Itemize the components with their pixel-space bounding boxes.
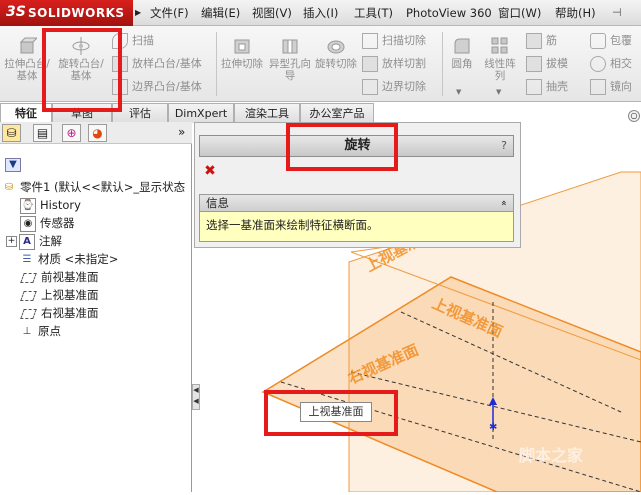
swept-cut-icon bbox=[362, 33, 378, 49]
part-icon: ⛁ bbox=[4, 181, 14, 193]
revolve-cut-button[interactable]: 旋转切除 bbox=[314, 36, 358, 70]
rib-button[interactable]: 筋 bbox=[526, 32, 557, 50]
boundary-cut-icon bbox=[362, 79, 378, 95]
material-icon: ☰ bbox=[22, 253, 32, 265]
menu-arrow-icon[interactable]: ▶ bbox=[135, 8, 141, 17]
panel-collapse-handle[interactable]: ◀ ◀ bbox=[192, 384, 200, 410]
boundary-cut-button[interactable]: 边界切除 bbox=[362, 78, 426, 96]
loft-button[interactable]: 放样凸台/基体 bbox=[112, 55, 202, 73]
sensor-icon: ◉ bbox=[20, 215, 36, 232]
configuration-tab[interactable]: ⊕ bbox=[62, 124, 81, 142]
menu-file[interactable]: 文件(F) bbox=[150, 4, 189, 22]
history-icon: ⌚ bbox=[20, 197, 36, 214]
feature-tree-tab[interactable]: ⛁ bbox=[2, 124, 21, 142]
tab-render-tools[interactable]: 渲染工具 bbox=[234, 103, 300, 123]
pattern-dropdown-icon[interactable]: ▼ bbox=[496, 88, 501, 96]
toolbar-separator bbox=[442, 32, 443, 96]
extrude-cut-icon bbox=[234, 39, 250, 54]
origin-icon: ⊥ bbox=[22, 325, 32, 337]
plane-icon bbox=[20, 290, 37, 301]
fillet-dropdown-icon[interactable]: ▼ bbox=[456, 88, 461, 96]
tree-item-history[interactable]: ⌚ History bbox=[20, 196, 81, 214]
collapse-icon[interactable]: « bbox=[496, 196, 510, 210]
plane-icon bbox=[20, 308, 37, 319]
feature-manager-panel: ⛁ ▤ ⊕ ◕ » ▼ ⛁ 零件1 (默认<<默认>_显示状态 ⌚ History … bbox=[0, 122, 192, 492]
tree-item-annotations[interactable]: + A 注解 bbox=[6, 232, 62, 250]
tab-office-products[interactable]: 办公室产品 bbox=[300, 103, 374, 123]
feature-tree-icon: ⛁ bbox=[6, 126, 17, 140]
draft-button[interactable]: 拔模 bbox=[526, 55, 568, 73]
wrap-icon bbox=[590, 33, 606, 49]
filter-icon[interactable]: ▼ bbox=[5, 158, 21, 172]
tree-item-material[interactable]: ☰ 材质 <未指定> bbox=[20, 250, 119, 268]
shell-button[interactable]: 抽壳 bbox=[526, 78, 568, 96]
property-manager-icon: ▤ bbox=[36, 126, 49, 140]
intersect-icon bbox=[590, 56, 606, 72]
info-group-header[interactable]: 信息 « bbox=[199, 194, 514, 212]
display-manager-tab[interactable]: ◕ bbox=[88, 124, 107, 142]
info-group-title: 信息 bbox=[206, 196, 229, 210]
toolbar-separator bbox=[216, 32, 217, 96]
info-message-box: 选择一基准面来绘制特征横断面。 bbox=[199, 212, 514, 242]
logo-text: SOLIDWORKS bbox=[28, 6, 125, 20]
pin-icon[interactable]: ⊣ bbox=[612, 6, 622, 19]
swept-cut-button[interactable]: 扫描切除 bbox=[362, 32, 426, 50]
revolve-cut-icon bbox=[327, 40, 345, 54]
tree-item-top-plane[interactable]: 上视基准面 bbox=[20, 286, 99, 304]
hole-wizard-button[interactable]: 异型孔向导 bbox=[268, 36, 312, 82]
menu-insert[interactable]: 插入(I) bbox=[303, 4, 338, 22]
tree-item-sensors[interactable]: ◉ 传感器 bbox=[20, 214, 75, 232]
extrude-boss-icon bbox=[19, 37, 37, 54]
view-options-icon[interactable]: ○ bbox=[628, 110, 640, 122]
mirror-button[interactable]: 镜向 bbox=[590, 78, 632, 96]
rib-icon bbox=[526, 33, 542, 49]
boundary-boss-button[interactable]: 边界凸台/基体 bbox=[112, 78, 202, 96]
menu-tools[interactable]: 工具(T) bbox=[354, 4, 393, 22]
menu-photoview[interactable]: PhotoView 360 bbox=[406, 4, 492, 22]
linear-pattern-icon bbox=[491, 37, 508, 54]
display-manager-icon: ◕ bbox=[92, 126, 103, 140]
menu-window[interactable]: 窗口(W) bbox=[498, 4, 541, 22]
menu-edit[interactable]: 编辑(E) bbox=[201, 4, 240, 22]
fillet-icon bbox=[454, 38, 470, 54]
intersect-button[interactable]: 相交 bbox=[590, 55, 632, 73]
fillet-button[interactable]: 圆角 bbox=[446, 36, 478, 70]
menu-bar: 3S SOLIDWORKS ▶ 文件(F) 编辑(E) 视图(V) 插入(I) … bbox=[0, 0, 641, 26]
highlight-box bbox=[42, 28, 122, 112]
expand-icon: + bbox=[6, 236, 17, 247]
menu-view[interactable]: 视图(V) bbox=[252, 4, 292, 22]
draft-icon bbox=[526, 56, 542, 72]
annotation-icon: A bbox=[19, 233, 35, 250]
hole-wizard-icon bbox=[282, 39, 298, 54]
wrap-button[interactable]: 包覆 bbox=[590, 32, 632, 50]
tree-root[interactable]: ⛁ 零件1 (默认<<默认>_显示状态 bbox=[2, 178, 185, 196]
tree-item-right-plane[interactable]: 右视基准面 bbox=[20, 304, 99, 322]
highlight-box bbox=[286, 123, 398, 171]
menu-help[interactable]: 帮助(H) bbox=[555, 4, 596, 22]
mirror-icon bbox=[590, 79, 606, 95]
highlight-box bbox=[264, 390, 398, 436]
plane-icon bbox=[20, 272, 37, 283]
logo-mark: 3S bbox=[6, 4, 26, 20]
more-tabs-button[interactable]: » bbox=[178, 125, 185, 139]
cancel-icon[interactable]: ✖ bbox=[203, 164, 217, 178]
lofted-cut-icon bbox=[362, 56, 378, 72]
panel-toolbar: ⛁ ▤ ⊕ ◕ » bbox=[0, 122, 192, 144]
solidworks-logo[interactable]: 3S SOLIDWORKS bbox=[0, 0, 133, 26]
tree-item-origin[interactable]: ⊥ 原点 bbox=[20, 322, 61, 340]
extrude-cut-button[interactable]: 拉伸切除 bbox=[220, 36, 264, 70]
configuration-icon: ⊕ bbox=[66, 126, 77, 140]
lofted-cut-button[interactable]: 放样切割 bbox=[362, 55, 426, 73]
linear-pattern-button[interactable]: 线性阵列 bbox=[482, 36, 518, 82]
info-message: 选择一基准面来绘制特征横断面。 bbox=[206, 218, 379, 232]
help-icon[interactable]: ? bbox=[497, 139, 511, 153]
property-manager-tab[interactable]: ▤ bbox=[33, 124, 52, 142]
tab-dimxpert[interactable]: DimXpert bbox=[168, 103, 234, 123]
shell-icon bbox=[526, 79, 542, 95]
watermark: 脚本之家 bbox=[519, 446, 584, 465]
tree-item-front-plane[interactable]: 前视基准面 bbox=[20, 268, 99, 286]
